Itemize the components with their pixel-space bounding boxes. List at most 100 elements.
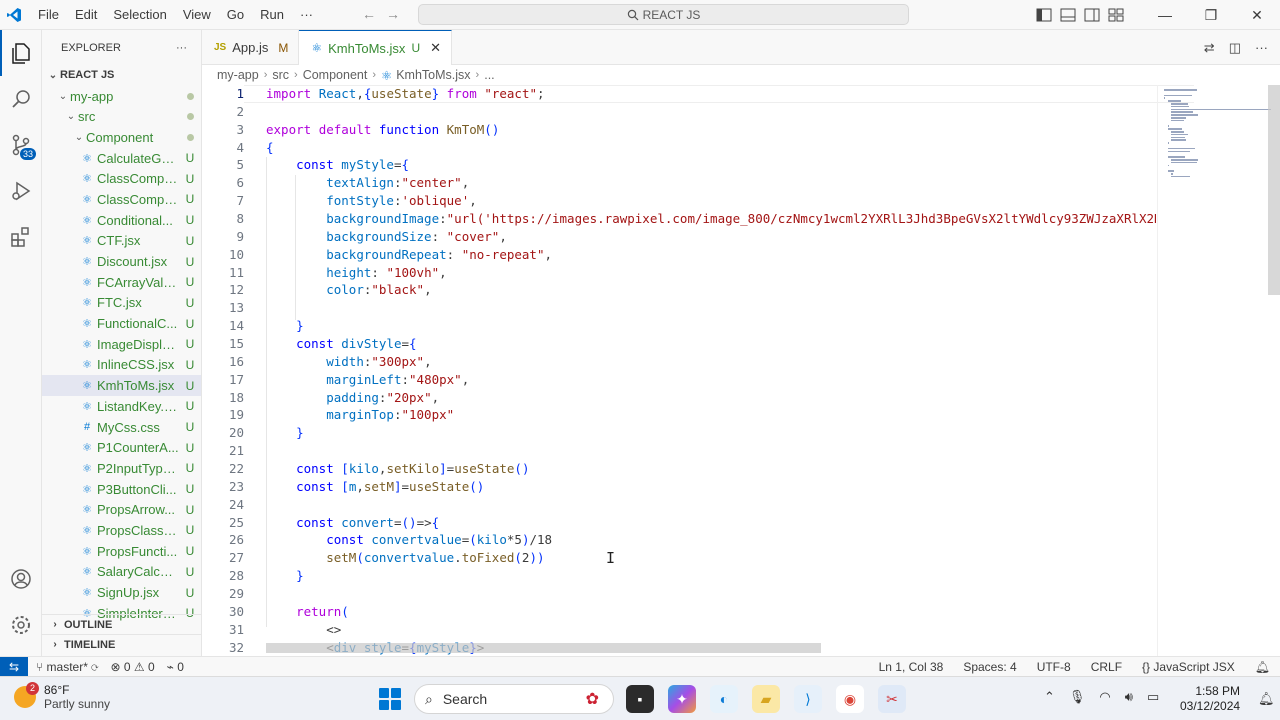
timeline-section[interactable]: › TIMELINE	[42, 634, 201, 654]
extensions-icon[interactable]	[0, 214, 42, 260]
file-item[interactable]: ⚛ ImageDispla... U	[42, 334, 201, 355]
code-line: backgroundSize: "cover",	[326, 228, 507, 244]
customize-layout-icon[interactable]	[1108, 8, 1124, 22]
file-item[interactable]: ⚛ CalculateGS... U	[42, 148, 201, 169]
notifications-bell-icon[interactable]: 🔔︎	[1255, 660, 1270, 674]
menu-bar: File Edit Selection View Go Run ···	[30, 7, 321, 22]
file-item[interactable]: ⚛ KmhToMs.jsx U	[42, 375, 201, 396]
file-item[interactable]: ⚛ FunctionalC... U	[42, 313, 201, 334]
file-item[interactable]: ⚛ P2InputType... U	[42, 458, 201, 479]
account-icon[interactable]	[0, 556, 42, 602]
file-item[interactable]: ⚛ Discount.jsx U	[42, 251, 201, 272]
sidebar-more-icon[interactable]: ···	[176, 42, 187, 54]
menu-selection[interactable]: Selection	[105, 7, 174, 22]
file-item[interactable]: ⚛ FCArrayValu... U	[42, 272, 201, 293]
horizontal-scrollbar[interactable]	[266, 643, 821, 653]
file-item[interactable]: ⚛ PropsFuncti... U	[42, 541, 201, 562]
language-mode[interactable]: {} JavaScript JSX	[1142, 660, 1235, 674]
file-item[interactable]: ⚛ CTF.jsx U	[42, 231, 201, 252]
folder-src[interactable]: ⌄ src	[42, 106, 201, 127]
taskbar-search[interactable]: ⌕ Search ✿	[414, 684, 614, 714]
search-icon[interactable]	[0, 76, 42, 122]
vscode-icon[interactable]: ⟩	[794, 685, 822, 713]
show-hidden-icons[interactable]: ⌃	[1044, 689, 1055, 705]
menu-view[interactable]: View	[175, 7, 219, 22]
problems-status[interactable]: ⊗ 0 ⚠ 0	[110, 660, 154, 674]
volume-icon[interactable]: 🔊︎	[1125, 689, 1133, 705]
command-center-search[interactable]: REACT JS	[418, 4, 909, 25]
tab-kmhtoms-jsx[interactable]: ⚛ KmhToMs.jsx U ✕	[299, 30, 453, 65]
breadcrumb-src[interactable]: src	[272, 68, 289, 82]
cursor-position[interactable]: Ln 1, Col 38	[879, 660, 944, 674]
line-ending[interactable]: CRLF	[1091, 660, 1122, 674]
back-arrow-icon[interactable]: ←	[362, 6, 376, 22]
menu-edit[interactable]: Edit	[67, 7, 105, 22]
minimize-icon[interactable]: —	[1142, 7, 1188, 24]
breadcrumb-component[interactable]: Component	[303, 68, 368, 82]
breadcrumb-my-app[interactable]: my-app	[217, 68, 259, 82]
snipping-tool-icon[interactable]: ✂	[878, 685, 906, 713]
open-changes-icon[interactable]: ⇄	[1204, 40, 1215, 56]
forward-arrow-icon[interactable]: →	[386, 6, 400, 22]
code-area[interactable]: import React,{useState} from "react"; exp…	[266, 85, 1156, 656]
toggle-panel-icon[interactable]	[1060, 8, 1076, 22]
file-item[interactable]: ⚛ InlineCSS.jsx U	[42, 355, 201, 376]
code-editor[interactable]: 1 2 3 4 5 6 7 8 9 10 11 12 13 14 15 16 17 18 19 20 21 22 23 24 2…	[202, 85, 1280, 656]
indentation[interactable]: Spaces: 4	[963, 660, 1016, 674]
microphone-icon[interactable]: 🎙︎	[1069, 689, 1086, 705]
toggle-secondary-sidebar-icon[interactable]	[1084, 8, 1100, 22]
minimap-line	[1171, 105, 1190, 108]
menu-file[interactable]: File	[30, 7, 67, 22]
close-tab-icon[interactable]: ✕	[430, 40, 441, 56]
ports-status[interactable]: ⌁ 0	[167, 660, 184, 674]
file-item[interactable]: ⚛ Conditional... U	[42, 210, 201, 231]
outline-section[interactable]: › OUTLINE	[42, 614, 201, 634]
run-debug-icon[interactable]	[0, 168, 42, 214]
branch-status[interactable]: ⑂ master* ⟳	[36, 660, 98, 674]
copilot-icon[interactable]: ✦	[668, 685, 696, 713]
vertical-scrollbar[interactable]	[1268, 85, 1280, 295]
chrome-icon[interactable]: ◉	[836, 685, 864, 713]
breadcrumb-symbol[interactable]: ...	[484, 68, 494, 82]
toggle-primary-sidebar-icon[interactable]	[1036, 8, 1052, 22]
file-item[interactable]: ⚛ P1CounterA... U	[42, 437, 201, 458]
split-editor-icon[interactable]: ◫	[1229, 40, 1241, 56]
restore-icon[interactable]: ❐	[1188, 7, 1234, 24]
file-item[interactable]: ⚛ PropsClassC... U	[42, 520, 201, 541]
file-item[interactable]: # MyCss.css U	[42, 417, 201, 438]
clock[interactable]: 1:58 PM 03/12/2024	[1180, 684, 1240, 714]
encoding[interactable]: UTF-8	[1037, 660, 1071, 674]
menu-run[interactable]: Run	[252, 7, 292, 22]
folder-component[interactable]: ⌄ Component	[42, 127, 201, 148]
menu-go[interactable]: Go	[219, 7, 252, 22]
edge-icon[interactable]: ◐	[710, 685, 738, 713]
minimap[interactable]	[1157, 85, 1272, 656]
more-actions-icon[interactable]: ···	[1255, 40, 1268, 56]
windows-start-icon[interactable]	[379, 688, 401, 710]
file-item[interactable]: ⚛ P3ButtonCli... U	[42, 479, 201, 500]
line-number: 19	[228, 407, 244, 423]
file-item[interactable]: ⚛ ClassCompo... U	[42, 168, 201, 189]
explorer-icon[interactable]	[0, 30, 42, 76]
file-item[interactable]: ⚛ SalaryCalcul... U	[42, 562, 201, 583]
notification-center-icon[interactable]: 🔔︎	[1258, 691, 1275, 707]
folder-my-app[interactable]: ⌄ my-app	[42, 86, 201, 107]
folder-icon[interactable]: ▰	[752, 685, 780, 713]
battery-icon[interactable]: ▭	[1147, 689, 1159, 705]
breadcrumb-file[interactable]: KmhToMs.jsx	[396, 68, 470, 82]
file-item[interactable]: ⚛ ListandKey.jsx U	[42, 396, 201, 417]
settings-gear-icon[interactable]	[0, 602, 42, 648]
close-icon[interactable]: ✕	[1234, 7, 1280, 24]
file-item[interactable]: ⚛ SignUp.jsx U	[42, 582, 201, 603]
source-control-icon[interactable]: 33	[0, 122, 42, 168]
workspace-root[interactable]: ⌄ REACT JS	[42, 65, 201, 86]
tab-app-js[interactable]: JS App.js M	[202, 30, 300, 65]
file-item[interactable]: ⚛ PropsArrow... U	[42, 499, 201, 520]
file-item[interactable]: ⚛ ClassCompo... U	[42, 189, 201, 210]
remote-indicator-icon[interactable]: ⇆	[0, 656, 28, 677]
wifi-icon[interactable]: ◠	[1099, 689, 1110, 705]
menu-more[interactable]: ···	[292, 7, 321, 22]
terminal-icon[interactable]: ▪	[626, 685, 654, 713]
weather-widget[interactable]: 2 86°F Partly sunny	[14, 682, 110, 711]
file-item[interactable]: ⚛ FTC.jsx U	[42, 293, 201, 314]
